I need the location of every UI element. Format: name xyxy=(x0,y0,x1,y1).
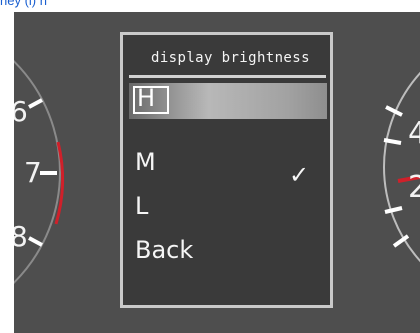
menu-item-label: H xyxy=(137,84,156,112)
brightness-menu-panel: display brightness H M ✓ L Back xyxy=(120,32,333,308)
right-gauge-label-4: 4 xyxy=(408,116,420,151)
menu-item-high[interactable]: H xyxy=(129,83,327,119)
menu-item-label: Back xyxy=(135,236,194,264)
top-strip: ney (l) n xyxy=(0,0,420,12)
header-text-fragment: ney (l) n xyxy=(0,0,47,8)
check-icon: ✓ xyxy=(289,161,310,189)
menu-divider xyxy=(129,75,326,78)
right-tick-3 xyxy=(384,206,403,214)
menu-item-back[interactable]: Back xyxy=(135,236,193,264)
menu-title: display brightness xyxy=(151,50,310,66)
right-gauge-arc xyxy=(383,71,420,263)
menu-item-low[interactable]: L xyxy=(135,192,148,220)
menu-item-medium[interactable]: M xyxy=(135,148,156,176)
right-gauge-label-2: 2 xyxy=(408,170,420,205)
menu-item-label: L xyxy=(135,192,149,220)
menu-item-label: M xyxy=(135,148,156,176)
dashboard-screen: 6 7 8 4 2 display brightness H M ✓ L Bac… xyxy=(14,12,420,333)
